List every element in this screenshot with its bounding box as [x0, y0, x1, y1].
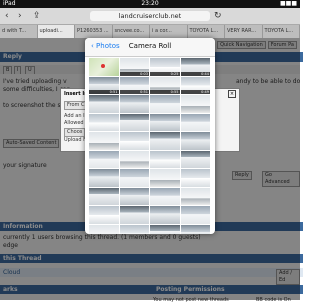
video-duration: 0:55 — [150, 90, 180, 94]
browser-tab[interactable]: P1260353 ... — [75, 25, 113, 38]
video-thumbnail[interactable]: 0:49 — [180, 76, 210, 94]
browser-tab[interactable]: TOYOTA L... — [188, 25, 225, 38]
tab-strip: d with T... uploadi... P1260353 ... sncv… — [0, 25, 300, 38]
picker-title: Camera Roll — [128, 42, 172, 50]
photo-thumbnail[interactable] — [150, 187, 180, 205]
browser-tab[interactable]: sncvee.co... — [113, 25, 150, 38]
map-pin-icon — [101, 64, 105, 68]
photo-thumbnail[interactable] — [180, 169, 210, 187]
photo-thumbnail[interactable] — [119, 224, 149, 234]
browser-toolbar: ‹ › ⇪ landcruiserclub.net ↻ — [0, 8, 300, 25]
video-thumbnail[interactable]: 0:03 — [119, 58, 149, 76]
photo-thumbnail[interactable] — [150, 224, 180, 234]
video-thumbnail[interactable]: 0:25 — [150, 58, 180, 76]
from-computer-tab[interactable]: From C — [64, 101, 88, 110]
photo-thumbnail[interactable] — [150, 206, 180, 224]
photo-thumbnail[interactable] — [150, 132, 180, 150]
video-duration: 0:49 — [180, 90, 210, 94]
photo-thumbnail[interactable] — [180, 206, 210, 224]
photo-thumbnail[interactable] — [119, 150, 149, 168]
photo-thumbnail[interactable] — [89, 113, 119, 131]
video-duration: 0:25 — [150, 71, 180, 76]
video-thumbnail[interactable]: 0:44 — [180, 58, 210, 76]
photo-thumbnail[interactable] — [150, 95, 180, 113]
reload-icon[interactable]: ↻ — [214, 11, 222, 21]
photo-thumbnail[interactable] — [119, 132, 149, 150]
photo-thumbnail[interactable] — [89, 150, 119, 168]
photo-thumbnail[interactable] — [180, 113, 210, 131]
video-thumbnail[interactable]: 0:51 — [89, 76, 119, 94]
photo-thumbnail[interactable] — [119, 169, 149, 187]
photo-thumbnail[interactable] — [89, 169, 119, 187]
url-text: landcruiserclub.net — [118, 12, 182, 20]
browser-tab[interactable]: TOYOTA L... — [263, 25, 300, 38]
browser-tab-active[interactable]: uploadi... — [37, 25, 75, 38]
photo-thumbnail[interactable] — [119, 206, 149, 224]
video-duration: 0:44 — [180, 71, 210, 76]
photo-thumbnail[interactable] — [89, 224, 119, 234]
picker-nav-bar: ‹ Photos Camera Roll — [85, 38, 215, 57]
video-duration: 0:51 — [89, 90, 119, 94]
photo-thumbnail[interactable] — [119, 95, 149, 113]
photo-thumbnail[interactable] — [119, 187, 149, 205]
photo-thumbnail[interactable] — [119, 113, 149, 131]
photo-thumbnail[interactable] — [180, 132, 210, 150]
clock: 23:20 — [141, 0, 159, 7]
photo-thumbnail[interactable] — [89, 187, 119, 205]
status-bar: iPad 23:20 ■■■ — [0, 0, 300, 8]
photo-thumbnail[interactable] — [150, 150, 180, 168]
photo-thumbnail[interactable] — [150, 169, 180, 187]
map-thumbnail[interactable] — [89, 58, 119, 76]
close-icon[interactable]: × — [228, 90, 236, 98]
back-icon[interactable]: ‹ — [5, 11, 9, 21]
photo-thumbnail[interactable] — [150, 113, 180, 131]
photo-thumbnail[interactable] — [89, 206, 119, 224]
photo-thumbnail[interactable] — [89, 95, 119, 113]
battery-icon: ■■■ — [279, 0, 297, 7]
carrier-label: iPad — [3, 0, 16, 7]
choose-files-button[interactable]: Choos — [64, 128, 86, 137]
forward-icon[interactable]: › — [18, 11, 22, 21]
browser-tab[interactable]: i a cor... — [150, 25, 188, 38]
video-duration: 0:03 — [119, 71, 149, 76]
photo-thumbnail[interactable] — [180, 95, 210, 113]
browser-tab[interactable]: VERY RAR... — [225, 25, 263, 38]
photo-thumbnail[interactable] — [180, 150, 210, 168]
video-thumbnail[interactable]: 0:51 — [119, 76, 149, 94]
photo-thumbnail[interactable] — [180, 224, 210, 234]
video-duration: 0:51 — [119, 90, 149, 94]
photo-thumbnail[interactable] — [180, 187, 210, 205]
address-bar[interactable]: landcruiserclub.net — [90, 11, 210, 21]
share-icon[interactable]: ⇪ — [33, 11, 41, 21]
video-thumbnail[interactable]: 0:55 — [150, 76, 180, 94]
photo-thumbnail[interactable] — [89, 132, 119, 150]
photo-picker: ‹ Photos Camera Roll 0:03 0:25 0:44 0:51 0:5… — [85, 38, 215, 234]
thumbnail-grid: 0:03 0:25 0:44 0:51 0:51 0:55 0:49 — [89, 58, 211, 234]
browser-tab[interactable]: d with T... — [0, 25, 38, 38]
